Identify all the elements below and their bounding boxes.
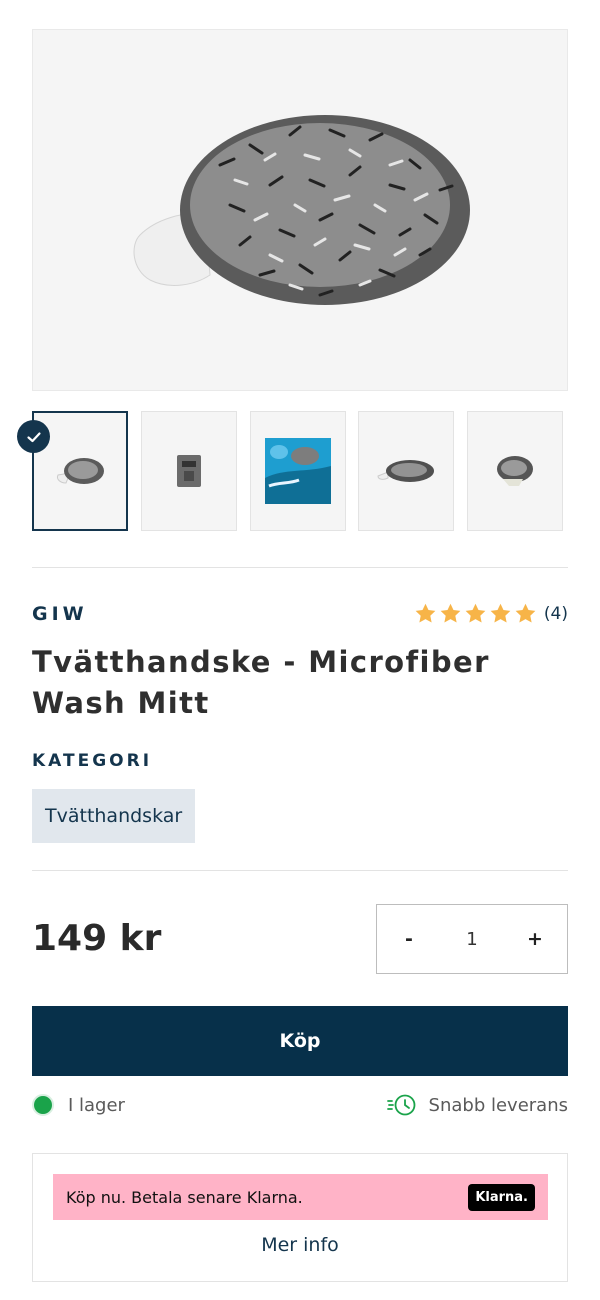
divider [32, 567, 568, 568]
stock-label: I lager [68, 1094, 125, 1116]
brand-name[interactable]: GIW [32, 603, 88, 625]
thumbnail-5[interactable] [467, 411, 563, 531]
star-icon [465, 603, 486, 623]
rating[interactable]: (4) [412, 602, 568, 625]
klarna-banner: Köp nu. Betala senare Klarna. Klarna. [53, 1174, 548, 1220]
review-count: (4) [543, 603, 568, 624]
selected-check-icon [17, 420, 50, 453]
car-wash-thumb [265, 438, 331, 504]
stock-status: I lager [32, 1094, 125, 1116]
quantity-stepper: - 1 + [376, 904, 568, 974]
klarna-box: Köp nu. Betala senare Klarna. Klarna. Me… [32, 1153, 568, 1282]
category-label: KATEGORI [32, 751, 153, 771]
price: 149 kr [32, 918, 162, 959]
buy-button[interactable]: Köp [32, 1006, 568, 1076]
star-icon [440, 603, 461, 623]
thumbnail-4[interactable] [358, 411, 454, 531]
divider [32, 870, 568, 871]
wash-mitt-side-thumb [377, 460, 434, 482]
star-icon [490, 603, 511, 623]
main-product-image[interactable] [32, 29, 568, 391]
delivery-info: Snabb leverans [386, 1093, 568, 1117]
category-tag[interactable]: Tvätthandskar [32, 789, 196, 843]
klarna-message: Köp nu. Betala senare Klarna. [66, 1187, 303, 1207]
quantity-value[interactable]: 1 [466, 929, 477, 950]
thumbnail-strip [32, 411, 568, 531]
thumbnail-3[interactable] [250, 411, 346, 531]
decrease-quantity-button[interactable]: - [377, 905, 441, 973]
wash-mitt-thumb [57, 458, 104, 484]
wash-mitt-back-thumb [497, 456, 533, 486]
star-icon [415, 603, 436, 623]
increase-quantity-button[interactable]: + [503, 905, 567, 973]
star-icon [515, 603, 536, 623]
package-thumb [177, 455, 201, 487]
fast-delivery-clock-icon [386, 1094, 415, 1116]
klarna-logo: Klarna. [468, 1183, 535, 1211]
thumbnail-2[interactable] [141, 411, 237, 531]
wash-mitt-image [133, 115, 470, 305]
delivery-label: Snabb leverans [428, 1094, 568, 1116]
product-title: Tvätthandske - Microfiber Wash Mitt [32, 645, 490, 720]
more-info-link[interactable]: Mer info [33, 1234, 567, 1256]
in-stock-dot-icon [32, 1094, 54, 1116]
